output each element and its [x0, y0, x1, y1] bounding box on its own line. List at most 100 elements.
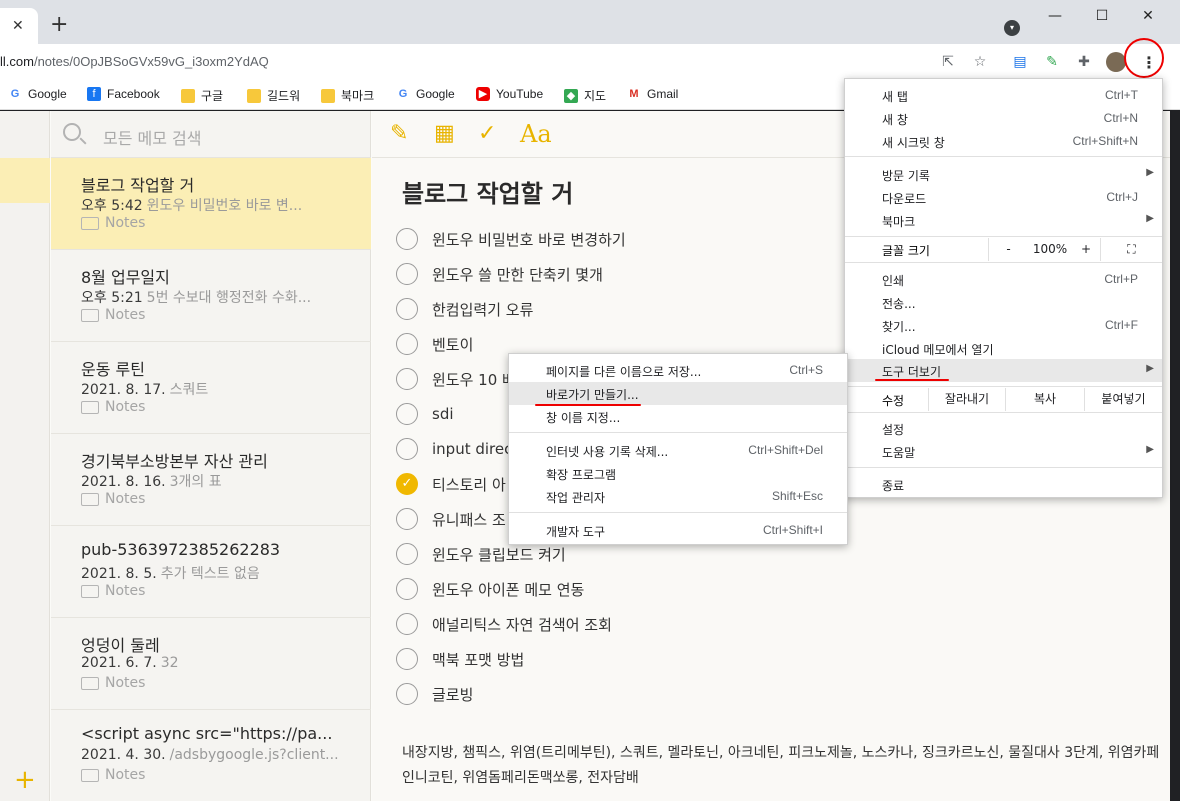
- note-title[interactable]: 블로그 작업할 거: [402, 174, 573, 209]
- url-field[interactable]: ll.com/notes/0OpJBSoGVx59vG_i3oxm2YdAQ: [0, 54, 269, 69]
- bookmark-gmail[interactable]: M Gmail: [627, 87, 678, 101]
- search-input[interactable]: 모든 메모 검색: [103, 125, 202, 149]
- compose-icon[interactable]: ✎: [390, 121, 408, 147]
- menu-incognito[interactable]: 새 시크릿 창 Ctrl+Shift+N: [845, 130, 1162, 153]
- active-tab[interactable]: ✕: [0, 8, 38, 44]
- note-list-item[interactable]: 운동 루틴 2021. 8. 17. 스쿼트 Notes: [51, 342, 371, 434]
- submenu-dev-tools[interactable]: 개발자 도구 Ctrl+Shift+I: [509, 519, 847, 542]
- checklist-text[interactable]: 글로빙: [432, 684, 473, 705]
- minimize-icon[interactable]: —: [1040, 8, 1070, 24]
- menu-history[interactable]: 방문 기록 ▶: [845, 163, 1162, 186]
- note-list-item[interactable]: 블로그 작업할 거 오후 5:42 윈도우 비밀번호 바로 변... Notes: [51, 158, 371, 250]
- submenu-create-shortcut[interactable]: 바로가기 만들기...: [509, 382, 847, 405]
- unchecked-circle-icon[interactable]: [396, 578, 418, 600]
- checklist-text[interactable]: 유니패스 조: [432, 509, 506, 530]
- menu-cast[interactable]: 전송...: [845, 291, 1162, 314]
- extension-tag-icon[interactable]: ✎: [1042, 52, 1062, 72]
- table-icon[interactable]: ▦: [434, 121, 455, 147]
- menu-exit[interactable]: 종료: [845, 473, 1162, 496]
- paste-button[interactable]: 붙여넣기: [1084, 388, 1162, 411]
- checklist-item[interactable]: ✓ 티스토리 아: [396, 472, 506, 496]
- unchecked-circle-icon[interactable]: [396, 333, 418, 355]
- bookmark-google-2[interactable]: G Google: [396, 87, 455, 101]
- zoom-in-button[interactable]: +: [1072, 238, 1100, 261]
- checklist-icon[interactable]: ✓: [478, 121, 496, 147]
- extensions-puzzle-icon[interactable]: ✚: [1074, 52, 1094, 72]
- search-bar[interactable]: 모든 메모 검색: [51, 111, 371, 158]
- menu-bookmarks[interactable]: 북마크 ▶: [845, 209, 1162, 232]
- checked-circle-icon[interactable]: ✓: [396, 473, 418, 495]
- unchecked-circle-icon[interactable]: [396, 228, 418, 250]
- unchecked-circle-icon[interactable]: [396, 438, 418, 460]
- submenu-extensions[interactable]: 확장 프로그램: [509, 462, 847, 485]
- menu-open-in-app[interactable]: iCloud 메모에서 열기: [845, 337, 1162, 360]
- checklist-text[interactable]: 애널리틱스 자연 검색어 조회: [432, 614, 612, 635]
- selected-folder-highlight[interactable]: [0, 158, 50, 203]
- checklist-item[interactable]: 한컴입력기 오류: [396, 297, 533, 321]
- checklist-text[interactable]: 티스토리 아: [432, 474, 506, 495]
- unchecked-circle-icon[interactable]: [396, 403, 418, 425]
- menu-settings[interactable]: 설정: [845, 417, 1162, 440]
- maximize-icon[interactable]: ☐: [1087, 8, 1117, 24]
- format-text-icon[interactable]: Aa: [520, 121, 552, 147]
- checklist-item[interactable]: 벤토이: [396, 332, 473, 356]
- checklist-text[interactable]: 윈도우 클립보드 켜기: [432, 544, 566, 565]
- checklist-item[interactable]: 윈도우 클립보드 켜기: [396, 542, 566, 566]
- checklist-item[interactable]: 윈도우 아이폰 메모 연동: [396, 577, 584, 601]
- checklist-item[interactable]: 윈도우 10 배: [396, 367, 516, 391]
- checklist-item[interactable]: input direc: [396, 437, 512, 461]
- note-list-item[interactable]: pub-5363972385262283 2021. 8. 5. 추가 텍스트 없음…: [51, 526, 371, 618]
- menu-new-window[interactable]: 새 창 Ctrl+N: [845, 107, 1162, 130]
- menu-downloads[interactable]: 다운로드 Ctrl+J: [845, 186, 1162, 209]
- bookmark-folder-google[interactable]: 구글: [181, 87, 223, 104]
- menu-find[interactable]: 찾기... Ctrl+F: [845, 314, 1162, 337]
- bookmark-folder-guildwars[interactable]: 길드워: [247, 87, 300, 104]
- checklist-text[interactable]: sdi: [432, 405, 454, 423]
- profile-avatar[interactable]: [1106, 52, 1126, 72]
- checklist-text[interactable]: 한컴입력기 오류: [432, 299, 533, 320]
- extension-docs-icon[interactable]: ▤: [1010, 52, 1030, 72]
- checklist-text[interactable]: 윈도우 10 배: [432, 369, 516, 390]
- menu-help[interactable]: 도움말 ▶: [845, 440, 1162, 463]
- note-list-item[interactable]: <script async src="https://pa... 2021. 4.…: [51, 710, 371, 801]
- close-window-icon[interactable]: ✕: [1133, 8, 1163, 24]
- checklist-item[interactable]: 윈도우 비밀번호 바로 변경하기: [396, 227, 626, 251]
- unchecked-circle-icon[interactable]: [396, 543, 418, 565]
- checklist-item[interactable]: sdi: [396, 402, 454, 426]
- unchecked-circle-icon[interactable]: [396, 613, 418, 635]
- bookmark-google[interactable]: G Google: [8, 87, 67, 101]
- submenu-clear-data[interactable]: 인터넷 사용 기록 삭제... Ctrl+Shift+Del: [509, 439, 847, 462]
- checklist-text[interactable]: 벤토이: [432, 334, 473, 355]
- open-external-icon[interactable]: ⇱: [938, 52, 958, 72]
- submenu-task-manager[interactable]: 작업 관리자 Shift+Esc: [509, 485, 847, 508]
- unchecked-circle-icon[interactable]: [396, 298, 418, 320]
- close-tab-icon[interactable]: ✕: [12, 18, 24, 34]
- fullscreen-icon[interactable]: ⛶: [1100, 238, 1162, 261]
- bookmark-maps[interactable]: ◆ 지도: [564, 87, 606, 104]
- bookmark-facebook[interactable]: f Facebook: [87, 87, 160, 101]
- new-tab-button[interactable]: +: [50, 14, 68, 36]
- note-list-item[interactable]: 엉덩이 둘레 2021. 6. 7. 32 Notes: [51, 618, 371, 710]
- checklist-item[interactable]: 맥북 포맷 방법: [396, 647, 524, 671]
- bookmark-star-icon[interactable]: ☆: [970, 52, 990, 72]
- note-paragraph[interactable]: 내장지방, 챔픽스, 위염(트리메부틴), 스쿼트, 멜라토닌, 아크네틴, 피…: [402, 741, 1162, 791]
- checklist-item[interactable]: 윈도우 쓸 만한 단축키 몇개: [396, 262, 603, 286]
- bookmark-youtube[interactable]: ▶ YouTube: [476, 87, 543, 101]
- note-list-item[interactable]: 8월 업무일지 오후 5:21 5번 수보대 행정전화 수화... Notes: [51, 250, 371, 342]
- zoom-out-button[interactable]: -: [988, 238, 1028, 261]
- unchecked-circle-icon[interactable]: [396, 683, 418, 705]
- checklist-item[interactable]: 애널리틱스 자연 검색어 조회: [396, 612, 612, 636]
- menu-new-tab[interactable]: 새 탭 Ctrl+T: [845, 84, 1162, 107]
- submenu-save-as[interactable]: 페이지를 다른 이름으로 저장... Ctrl+S: [509, 359, 847, 382]
- cut-button[interactable]: 잘라내기: [928, 388, 1005, 411]
- checklist-text[interactable]: 윈도우 아이폰 메모 연동: [432, 579, 584, 600]
- checklist-text[interactable]: 맥북 포맷 방법: [432, 649, 524, 670]
- checklist-item[interactable]: 유니패스 조: [396, 507, 506, 531]
- checklist-text[interactable]: input direc: [432, 440, 512, 458]
- copy-button[interactable]: 복사: [1005, 388, 1084, 411]
- bookmark-folder-bookmarks[interactable]: 북마크: [321, 87, 374, 104]
- menu-print[interactable]: 인쇄 Ctrl+P: [845, 268, 1162, 291]
- unchecked-circle-icon[interactable]: [396, 368, 418, 390]
- checklist-text[interactable]: 윈도우 쓸 만한 단축키 몇개: [432, 264, 603, 285]
- unchecked-circle-icon[interactable]: [396, 648, 418, 670]
